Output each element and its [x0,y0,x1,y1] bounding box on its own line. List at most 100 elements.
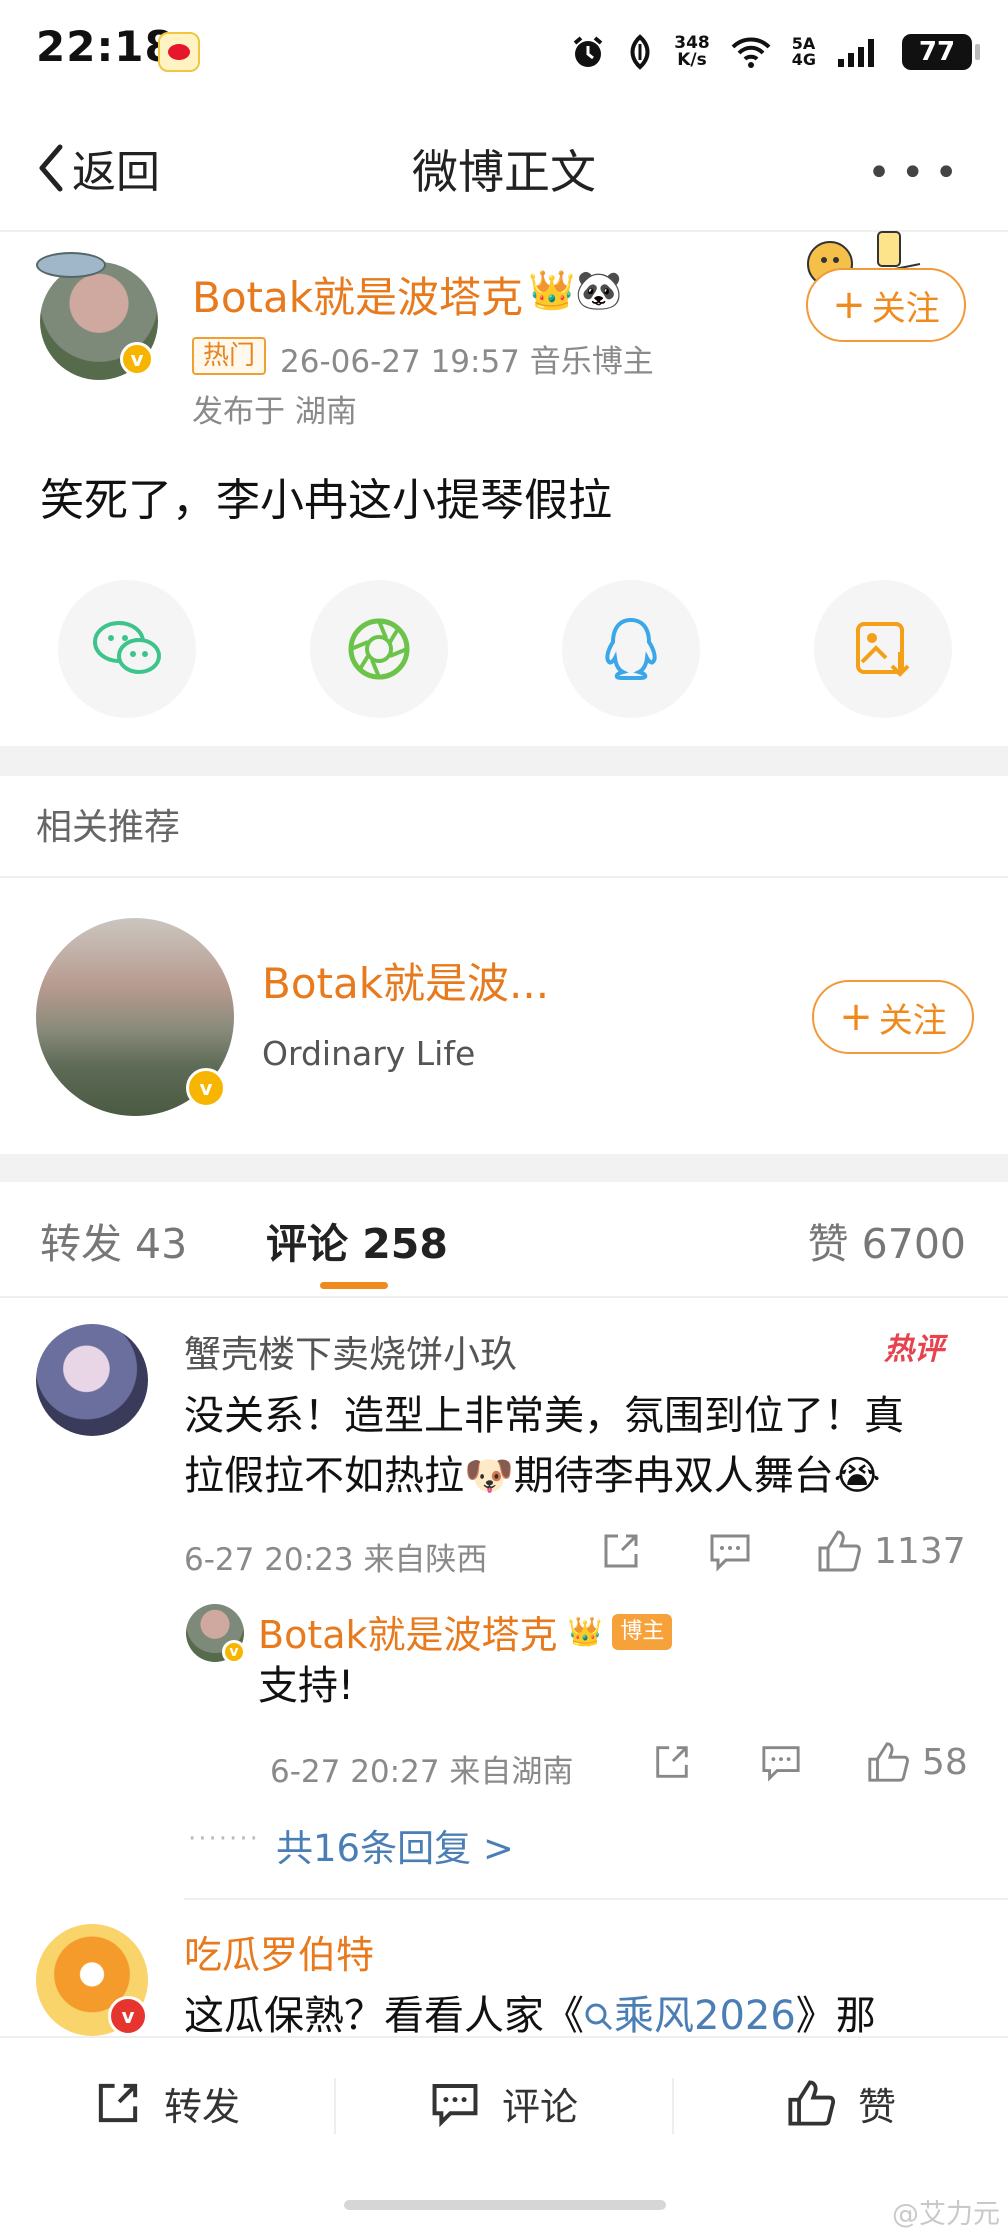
tab-repost[interactable]: 转发 43 [40,1210,187,1270]
hot-comment-badge: 热评 [884,1332,944,1367]
crown-icon: 👑 [567,1615,603,1648]
qq-icon [605,617,657,680]
battery-indicator: 77 [902,34,980,70]
alarm-icon [573,36,603,67]
tab-underline [320,1282,388,1289]
thumbs-up-icon [818,1530,861,1572]
net-speed-unit: K/s [677,50,707,70]
reply-meta: 6-27 20:27 来自湖南 [270,1754,574,1790]
repost-button[interactable]: 转发 [94,2070,240,2136]
search-topic-text: 乘风2026 [614,1993,796,2039]
comment-meta: 6-27 20:23 来自陕西 [184,1542,488,1578]
commenter-name[interactable]: 吃瓜罗伯特 [184,1924,374,1979]
reply-text: 支持! [258,1663,355,1709]
weibo-app-icon [158,32,200,72]
net-speed: 348 K/s [674,35,710,69]
network-type: 5A 4G [792,36,816,68]
reply-author-name[interactable]: Botak就是波塔克 [258,1604,558,1659]
save-image-button[interactable] [814,580,952,718]
comment-icon [710,1534,750,1572]
comment-text-line: 没关系！造型上非常美，氛围到位了！真 [184,1393,904,1439]
more-icon[interactable]: ••• [867,150,968,196]
plus-icon: + [832,282,866,328]
comment-icon [762,1746,800,1782]
tab-comment[interactable]: 评论 258 [266,1210,448,1270]
author-avatar[interactable]: v [40,262,158,380]
reply-header: Botak就是波塔克 👑 博主 [258,1604,673,1659]
comment-text-line: 拉假拉不如热拉🐶期待李冉双人舞台😭 [184,1453,881,1499]
post-meta: 26-06-27 19:57 音乐博主 [280,344,654,380]
reply-avatar[interactable]: v [186,1604,246,1664]
reply-share-button[interactable] [652,1742,692,1782]
section-divider [0,746,1008,776]
author-name[interactable]: Botak就是波塔克 [192,264,523,325]
post-location: 发布于 湖南 [192,394,357,430]
comment-icon [432,2083,478,2127]
dotted-line: ······· [188,1824,260,1854]
home-indicator[interactable] [344,2200,666,2210]
watermark: @艾力元 [892,2199,1000,2230]
like-button[interactable]: 赞 [786,2070,896,2136]
comment-like-count: 1137 [874,1530,966,1572]
signal-icon [838,39,874,67]
related-name[interactable]: Botak就是波... [262,950,549,1011]
avatar-pendant-icon [36,252,106,278]
wifi-icon [731,37,771,68]
reply-like-button[interactable]: 58 [866,1740,968,1784]
repost-label: 转发 [164,2084,241,2129]
moments-icon [348,618,410,680]
save-image-icon [856,622,910,677]
thumbs-up-icon [788,2080,836,2126]
share-icon [656,1746,688,1778]
post-text: 笑死了，李小冉这小提琴假拉 [40,475,612,526]
reply-comment-button[interactable] [760,1742,802,1782]
share-icon [604,1534,638,1568]
status-icons: 348 K/s 5A 4G 77 [570,26,980,78]
divider [184,1898,1008,1900]
verified-badge-icon: v [186,1068,226,1108]
section-divider [0,1154,1008,1182]
separator [334,2078,336,2134]
follow-label: 关注 [878,1000,947,1041]
comment-button[interactable]: 评论 [430,2070,578,2136]
wechat-icon [93,621,161,674]
commenter-avatar[interactable] [36,1324,148,1436]
network-bottom: 4G [791,50,816,69]
plus-icon: + [839,994,873,1040]
hot-tag: 热门 [192,337,266,375]
thumbs-up-icon [868,1742,909,1782]
comment-share-button[interactable] [600,1530,642,1572]
commenter-name[interactable]: 蟹壳楼下卖烧饼小玖 [184,1324,517,1378]
back-button[interactable]: 返回 [36,138,160,198]
share-moments-button[interactable] [310,580,448,718]
related-follow-button[interactable]: + 关注 [812,980,974,1054]
comment-text-suffix: 》那 [795,1993,876,2039]
author-tag: 博主 [612,1613,673,1650]
divider [0,1296,1008,1298]
verified-badge-icon: v [120,342,154,376]
comment-text-prefix: 这瓜保熟？看看人家《 [184,1993,584,2039]
more-replies-link[interactable]: 共16条回复 > [276,1818,514,1872]
nfc-icon [630,34,650,70]
share-wechat-button[interactable] [58,580,196,718]
search-topic-link[interactable]: 乘风2026 [584,1993,796,2039]
verified-badge-icon: v [108,1996,148,2036]
related-avatar[interactable]: v [36,918,234,1116]
search-icon [585,2003,613,2031]
related-section-title: 相关推荐 [36,807,181,848]
commenter-avatar[interactable]: v [36,1924,148,2036]
divider [0,876,1008,878]
separator [672,2078,674,2134]
tab-like[interactable]: 赞 6700 [808,1210,966,1270]
share-qq-button[interactable] [562,580,700,718]
share-icon [98,2083,138,2123]
reply-like-count: 58 [922,1741,968,1783]
follow-button[interactable]: + 关注 [806,268,966,342]
follow-label: 关注 [871,288,940,329]
like-label: 赞 [858,2084,897,2129]
chevron-left-icon [39,144,63,192]
comment-like-button[interactable]: 1137 [816,1528,966,1574]
comment-reply-button[interactable] [708,1530,752,1572]
back-label: 返回 [72,147,160,198]
comment-label: 评论 [502,2084,579,2129]
